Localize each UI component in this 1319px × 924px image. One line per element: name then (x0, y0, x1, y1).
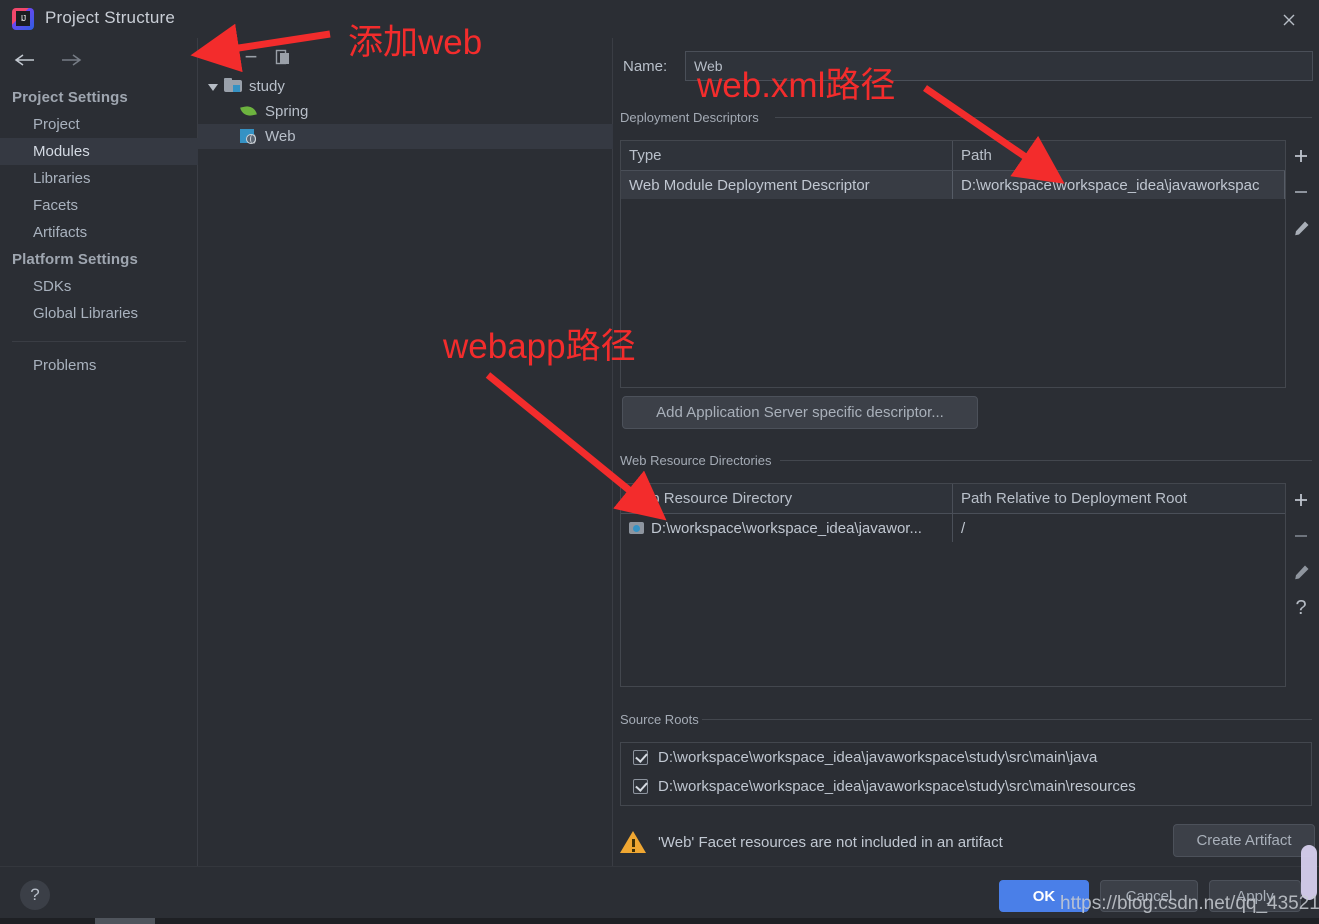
source-root-path: D:\workspace\workspace_idea\javaworkspac… (658, 778, 1136, 795)
source-root-path: D:\workspace\workspace_idea\javaworkspac… (658, 749, 1098, 766)
page-title: Project Structure (45, 8, 176, 27)
table-header: Web Resource Directory Path Relative to … (621, 484, 1285, 514)
cell-text: D:\workspace\workspace_idea\javawor... (651, 519, 922, 537)
column-header-path: Path (961, 147, 992, 164)
forward-arrow-icon[interactable] (58, 46, 86, 74)
checkbox[interactable] (633, 779, 648, 794)
group-divider (775, 117, 1312, 118)
deployment-descriptors-actions (1288, 143, 1314, 241)
web-resource-directories-table: Web Resource Directory Path Relative to … (620, 483, 1286, 687)
tree-node-web[interactable]: Web (198, 124, 613, 149)
source-roots-label: Source Roots (620, 712, 705, 727)
annotation-webxml-path: web.xml路径 (697, 66, 896, 105)
web-resource-directories-label: Web Resource Directories (620, 453, 778, 468)
scrollbar-thumb[interactable] (1301, 845, 1317, 900)
add-web-resource-button plus-icon[interactable] (1288, 487, 1314, 513)
group-divider (702, 719, 1312, 720)
source-roots-list: D:\workspace\workspace_idea\javaworkspac… (620, 742, 1312, 806)
table-row[interactable]: Web Module Deployment Descriptor D:\work… (621, 171, 1285, 199)
intellij-idea-icon: IJ (12, 8, 34, 30)
deployment-descriptors-table: Type Path Web Module Deployment Descript… (620, 140, 1286, 388)
tree-node-spring[interactable]: Spring (198, 99, 613, 124)
web-resource-actions: ? (1288, 487, 1314, 621)
source-root-item[interactable]: D:\workspace\workspace_idea\javaworkspac… (621, 772, 1311, 801)
add-application-server-descriptor-button[interactable]: Add Application Server specific descript… (622, 396, 978, 429)
sidebar-group-project-settings: Project Settings (12, 89, 128, 106)
sidebar-item-modules[interactable]: Modules (0, 138, 198, 165)
back-arrow-icon[interactable] (10, 46, 38, 74)
sidebar-item-libraries[interactable]: Libraries (0, 165, 198, 192)
annotation-webapp-path: webapp路径 (443, 327, 636, 366)
add-descriptor-button plus-icon[interactable] (1288, 143, 1314, 169)
help-button question-icon[interactable]: ? (20, 880, 50, 910)
taskbar-item[interactable] (95, 918, 155, 924)
module-tree-panel: + − study Spring Web (198, 38, 613, 866)
web-facet-icon (240, 128, 260, 146)
cell-type: Web Module Deployment Descriptor (621, 171, 953, 199)
watermark: https://blog.csdn.net/qq_43521797 (1060, 893, 1319, 914)
project-structure-dialog: IJ Project Structure Project Settings Pr… (0, 0, 1319, 924)
group-divider (780, 460, 1312, 461)
column-header-type: Type (621, 141, 953, 170)
spring-leaf-icon (240, 103, 260, 121)
module-tree: study Spring Web (198, 74, 613, 149)
settings-sidebar: Project Settings Project Modules Librari… (0, 38, 198, 866)
plus-icon[interactable]: + (204, 44, 230, 70)
tree-node-label: Spring (265, 103, 309, 120)
remove-web-resource-button minus-icon[interactable] (1288, 523, 1314, 549)
warning-text: 'Web' Facet resources are not included i… (658, 833, 1003, 851)
remove-descriptor-button minus-icon[interactable] (1288, 179, 1314, 205)
sidebar-group-platform-settings: Platform Settings (12, 251, 138, 268)
sidebar-item-project[interactable]: Project (0, 111, 198, 138)
edit-descriptor-button pencil-icon[interactable] (1288, 215, 1314, 241)
deployment-descriptors-label: Deployment Descriptors (620, 110, 765, 125)
cell-web-resource-directory: D:\workspace\workspace_idea\javawor... (621, 514, 953, 542)
tree-node-label: Web (265, 128, 296, 145)
warning-triangle-icon (620, 829, 648, 855)
copy-icon[interactable] (270, 44, 296, 70)
column-header-web-resource-directory: Web Resource Directory (621, 484, 953, 513)
minus-icon[interactable]: − (238, 44, 264, 70)
name-label: Name: (623, 57, 668, 75)
sidebar-item-sdks[interactable]: SDKs (0, 273, 198, 300)
checkbox[interactable] (633, 750, 648, 765)
create-artifact-button[interactable]: Create Artifact (1173, 824, 1315, 857)
tree-node-label: study (249, 78, 285, 95)
sidebar-item-facets[interactable]: Facets (0, 192, 198, 219)
table-row[interactable]: D:\workspace\workspace_idea\javawor... / (621, 514, 1285, 542)
sidebar-item-problems[interactable]: Problems (0, 352, 198, 379)
navigation-arrows (10, 46, 86, 74)
tree-node-study[interactable]: study (198, 74, 613, 99)
cell-path: D:\workspace\workspace_idea\javaworkspac (953, 171, 1285, 199)
chevron-down-icon[interactable] (202, 82, 224, 92)
settings-nav-list: Project Settings Project Modules Librari… (0, 84, 198, 379)
sidebar-item-global-libraries[interactable]: Global Libraries (0, 300, 198, 327)
cell-relative-path: / (961, 519, 966, 537)
web-dir-icon (629, 521, 645, 535)
table-header: Type Path (621, 141, 1285, 171)
help-web-resource-button question-icon[interactable]: ? (1288, 595, 1314, 621)
module-folder-icon (224, 77, 244, 96)
edit-web-resource-button pencil-icon[interactable] (1288, 559, 1314, 585)
sidebar-divider (12, 341, 186, 342)
taskbar-strip (0, 918, 1319, 924)
annotation-add-web: 添加web (348, 23, 483, 62)
close-icon[interactable] (1275, 6, 1303, 34)
dialog-titlebar: IJ Project Structure (0, 0, 1319, 38)
sidebar-item-artifacts[interactable]: Artifacts (0, 219, 198, 246)
source-root-item[interactable]: D:\workspace\workspace_idea\javaworkspac… (621, 743, 1311, 772)
column-header-path-relative: Path Relative to Deployment Root (961, 490, 1187, 507)
